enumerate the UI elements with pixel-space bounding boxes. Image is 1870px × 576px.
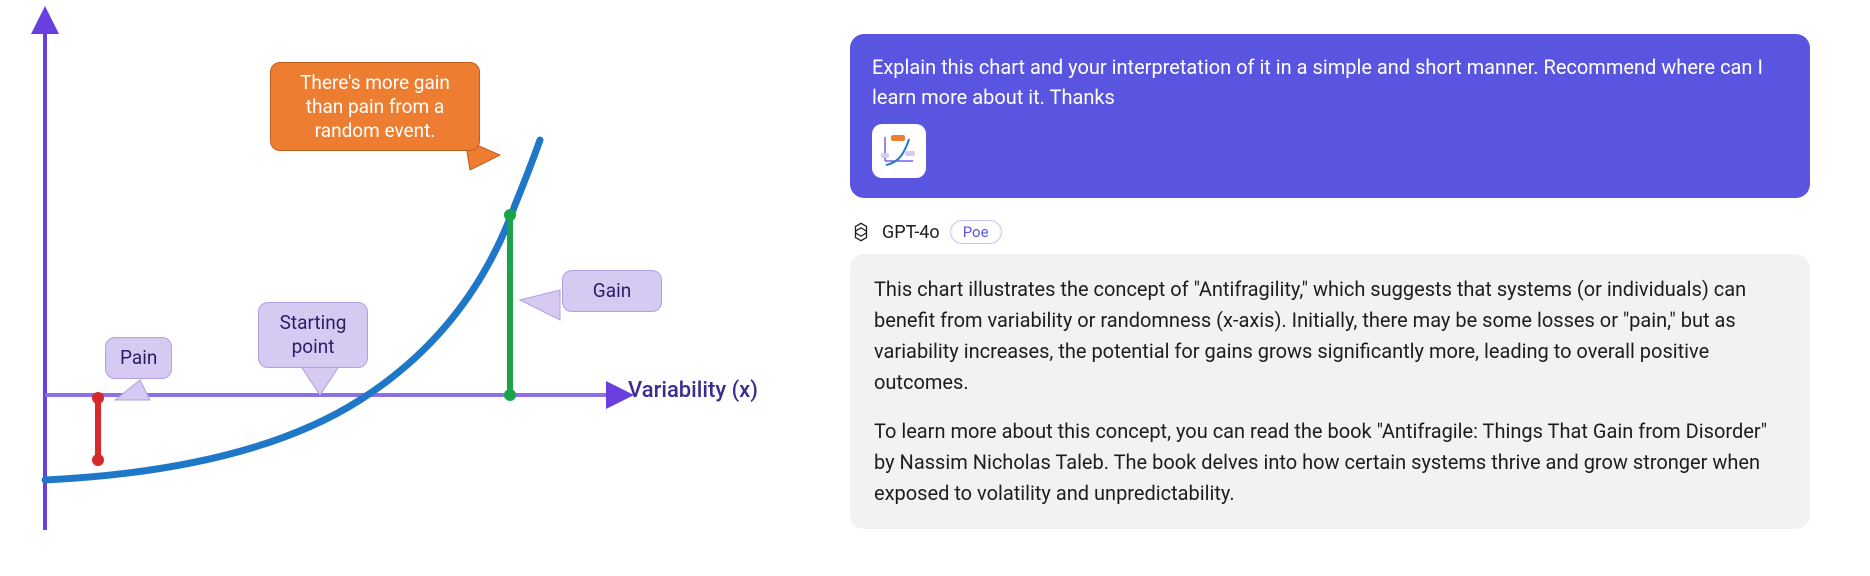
thumbnail-icon bbox=[877, 129, 921, 173]
attachment-thumbnail[interactable] bbox=[872, 124, 926, 178]
callout-pain: Pain bbox=[105, 337, 172, 379]
callout-start: Starting point bbox=[258, 302, 368, 368]
openai-icon bbox=[850, 221, 872, 243]
model-name: GPT-4o bbox=[882, 222, 940, 243]
antifragile-chart: Gains/Losses f(x) Variability (x) There'… bbox=[0, 0, 780, 576]
platform-badge[interactable]: Poe bbox=[950, 220, 1002, 244]
chat-panel: Explain this chart and your interpretati… bbox=[780, 0, 1870, 576]
user-message-text: Explain this chart and your interpretati… bbox=[872, 52, 1788, 112]
assistant-header: GPT-4o Poe bbox=[850, 220, 1840, 244]
x-axis-label: Variability (x) bbox=[628, 378, 758, 403]
assistant-paragraph-2: To learn more about this concept, you ca… bbox=[874, 416, 1786, 509]
callout-gain: Gain bbox=[562, 270, 662, 312]
callout-main: There's more gain than pain from a rando… bbox=[270, 62, 480, 151]
user-message-bubble: Explain this chart and your interpretati… bbox=[850, 34, 1810, 198]
assistant-message-bubble: This chart illustrates the concept of "A… bbox=[850, 254, 1810, 529]
assistant-paragraph-1: This chart illustrates the concept of "A… bbox=[874, 274, 1786, 398]
